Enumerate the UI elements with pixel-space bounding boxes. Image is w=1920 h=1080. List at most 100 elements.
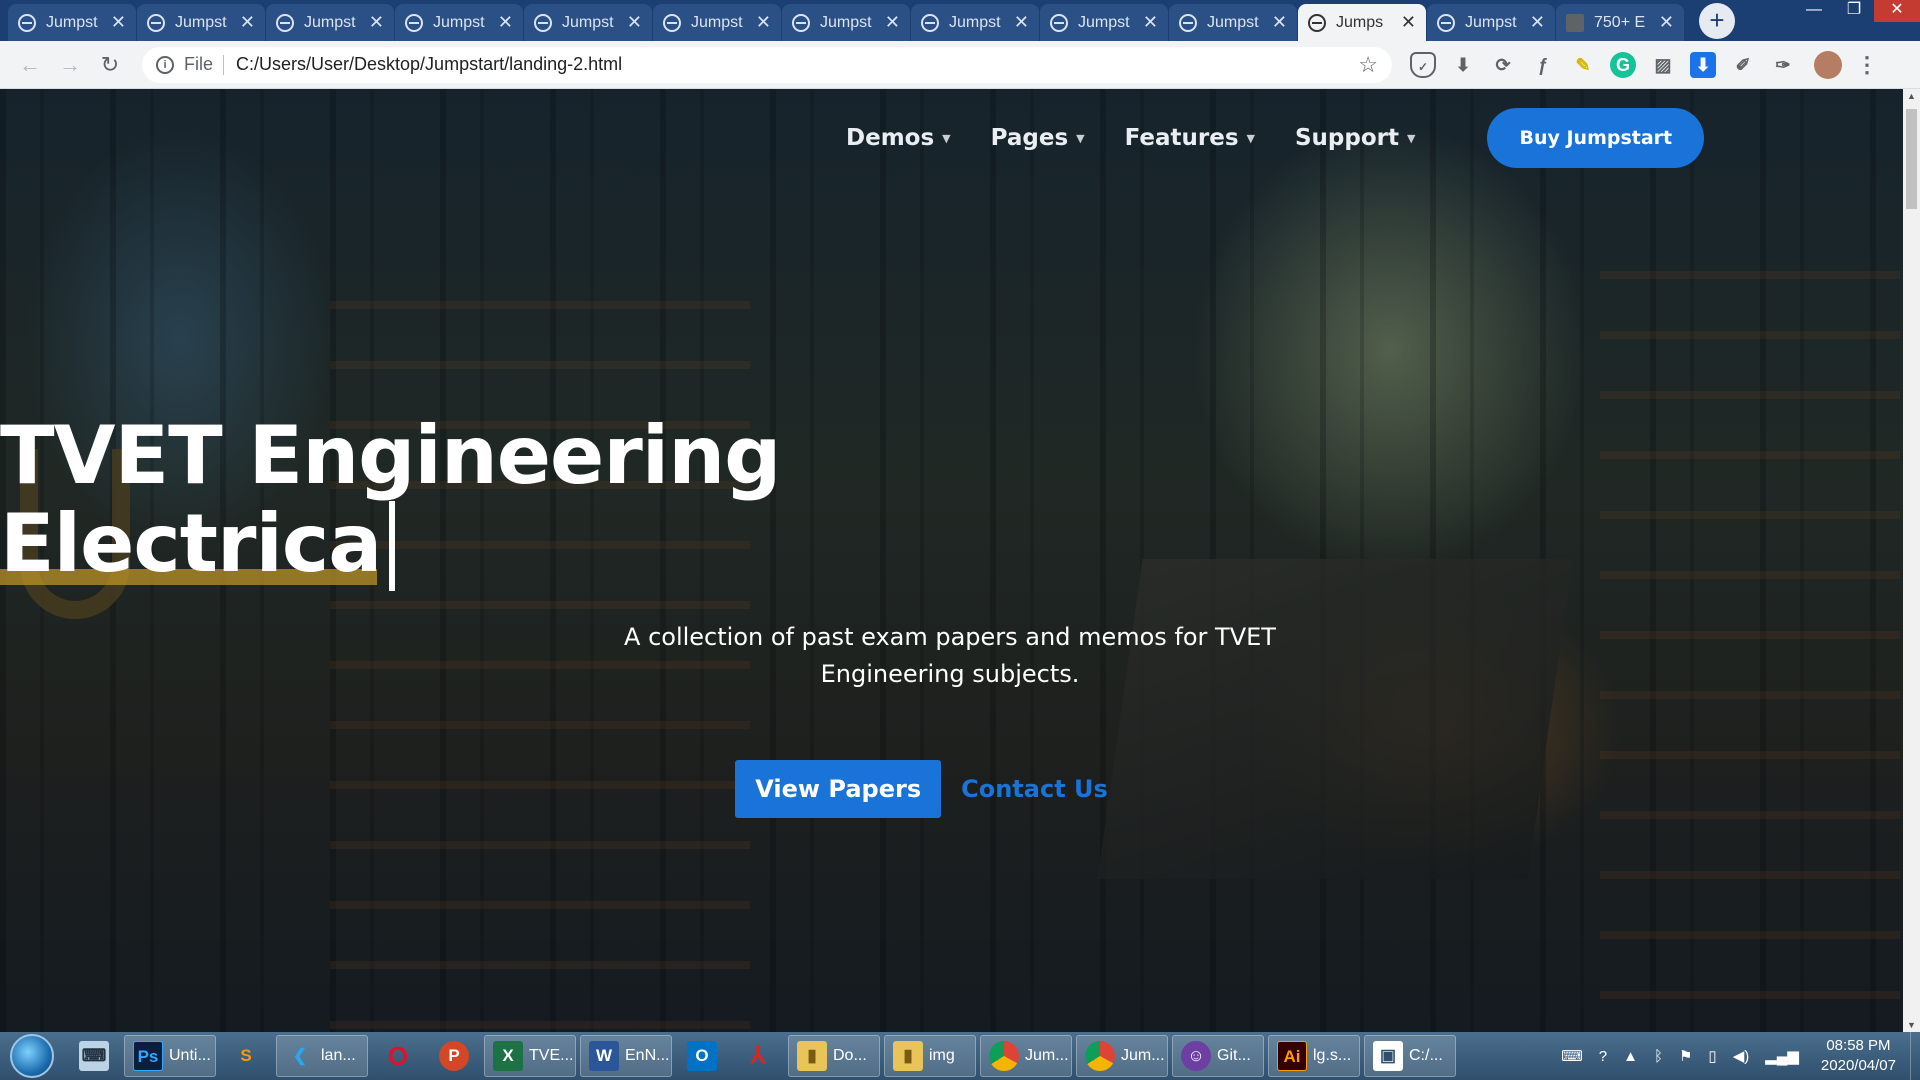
close-tab-icon[interactable]: ✕ bbox=[885, 12, 900, 33]
taskbar-pinned-sublime[interactable]: S bbox=[220, 1035, 272, 1077]
taskbar-illustrator[interactable]: Ai lg.s... bbox=[1268, 1035, 1360, 1077]
browser-tab[interactable]: Jumpst ✕ bbox=[137, 4, 265, 41]
scroll-down-icon[interactable]: ▼ bbox=[1903, 1020, 1920, 1030]
browser-tab[interactable]: Jumpst ✕ bbox=[1040, 4, 1168, 41]
scrollbar-thumb[interactable] bbox=[1906, 109, 1917, 209]
taskbar-pinned-outlook[interactable]: O bbox=[676, 1035, 728, 1077]
nav-support[interactable]: Support ▼ bbox=[1295, 125, 1415, 151]
browser-tab[interactable]: Jumpst ✕ bbox=[266, 4, 394, 41]
close-tab-icon[interactable]: ✕ bbox=[756, 12, 771, 33]
taskbar-word[interactable]: W EnN... bbox=[580, 1035, 672, 1077]
font-inspect-icon[interactable]: ƒ bbox=[1530, 52, 1556, 78]
browser-tab[interactable]: Jumpst ✕ bbox=[653, 4, 781, 41]
taskbar-github[interactable]: ☺ Git... bbox=[1172, 1035, 1264, 1077]
browser-menu-icon[interactable]: ⋮ bbox=[1856, 52, 1878, 78]
reload-button[interactable]: ↻ bbox=[94, 49, 126, 81]
nav-demos[interactable]: Demos ▼ bbox=[846, 125, 951, 151]
github-icon: ☺ bbox=[1181, 1041, 1211, 1071]
keyboard-tray-icon[interactable]: ⌨ bbox=[1561, 1047, 1583, 1065]
taskbar-pinned-acrobat[interactable]: ⅄ bbox=[732, 1035, 784, 1077]
highlighter-icon[interactable]: ✎ bbox=[1570, 52, 1596, 78]
keyboard-icon: ⌨ bbox=[79, 1041, 109, 1071]
show-desktop-button[interactable] bbox=[1910, 1032, 1920, 1080]
browser-tab-active[interactable]: Jumps ✕ bbox=[1298, 4, 1426, 41]
close-tab-icon[interactable]: ✕ bbox=[1272, 12, 1287, 33]
scroll-up-icon[interactable]: ▲ bbox=[1903, 91, 1920, 101]
globe-icon bbox=[663, 13, 681, 32]
site-nav: Demos ▼ Pages ▼ Features ▼ Support ▼ Buy Jum… bbox=[846, 108, 1705, 168]
minimize-button[interactable]: — bbox=[1794, 0, 1834, 22]
browser-tab[interactable]: Jumpst ✕ bbox=[395, 4, 523, 41]
taskbar-chrome-1[interactable]: Jum... bbox=[980, 1035, 1072, 1077]
buy-jumpstart-button[interactable]: Buy Jumpstart bbox=[1487, 108, 1705, 168]
close-tab-icon[interactable]: ✕ bbox=[240, 12, 255, 33]
browser-tab[interactable]: Jumpst ✕ bbox=[911, 4, 1039, 41]
page-scrollbar[interactable]: ▲ ▼ bbox=[1903, 89, 1920, 1032]
close-window-button[interactable]: ✕ bbox=[1874, 0, 1920, 22]
close-tab-icon[interactable]: ✕ bbox=[1143, 12, 1158, 33]
pocket-icon[interactable]: ✓ bbox=[1410, 51, 1436, 78]
clock-time: 08:58 PM bbox=[1826, 1037, 1891, 1054]
help-icon[interactable]: ? bbox=[1599, 1048, 1607, 1065]
close-tab-icon[interactable]: ✕ bbox=[1401, 12, 1416, 33]
back-button[interactable]: ← bbox=[14, 49, 46, 81]
bookmark-star-icon[interactable]: ☆ bbox=[1358, 52, 1378, 78]
pen-tool-icon[interactable]: ✐ bbox=[1730, 52, 1756, 78]
grammarly-icon[interactable]: G bbox=[1610, 51, 1636, 78]
profile-avatar[interactable] bbox=[1814, 50, 1842, 79]
address-bar[interactable]: i File C:/Users/User/Desktop/Jumpstart/l… bbox=[142, 46, 1392, 83]
globe-icon bbox=[1050, 13, 1068, 32]
info-icon[interactable]: i bbox=[156, 55, 174, 74]
taskbar-pinned-powerpoint[interactable]: P bbox=[428, 1035, 480, 1077]
taskbar-explorer-docs[interactable]: ▮ Do... bbox=[788, 1035, 880, 1077]
maximize-button[interactable]: ❐ bbox=[1834, 0, 1874, 22]
power-icon[interactable]: ▯ bbox=[1708, 1047, 1716, 1065]
contact-us-link[interactable]: Contact Us bbox=[961, 775, 1108, 803]
volume-icon[interactable]: ◀) bbox=[1733, 1047, 1750, 1065]
nav-pages[interactable]: Pages ▼ bbox=[991, 125, 1085, 151]
browser-tab[interactable]: Jumpst ✕ bbox=[1169, 4, 1297, 41]
download-manager-icon[interactable]: ⬇ bbox=[1690, 51, 1716, 78]
sync-icon[interactable]: ⟳ bbox=[1490, 52, 1516, 78]
browser-tab[interactable]: 750+ E ✕ bbox=[1556, 4, 1684, 41]
outlook-icon: O bbox=[687, 1041, 717, 1071]
url-text[interactable]: C:/Users/User/Desktop/Jumpstart/landing-… bbox=[236, 54, 1358, 75]
close-tab-icon[interactable]: ✕ bbox=[1530, 12, 1545, 33]
eyedropper-icon[interactable]: ✑ bbox=[1770, 52, 1796, 78]
browser-tab[interactable]: Jumpst ✕ bbox=[1427, 4, 1555, 41]
close-tab-icon[interactable]: ✕ bbox=[369, 12, 384, 33]
forward-button[interactable]: → bbox=[54, 49, 86, 81]
browser-toolbar: ← → ↻ i File C:/Users/User/Desktop/Jumps… bbox=[0, 41, 1920, 89]
show-hidden-icons-icon[interactable]: ▲ bbox=[1623, 1048, 1638, 1065]
browser-tab[interactable]: Jumpst ✕ bbox=[782, 4, 910, 41]
hero-title-line1: TVET Engineering bbox=[0, 409, 781, 502]
network-icon[interactable]: ▂▄▆ bbox=[1765, 1047, 1799, 1065]
close-tab-icon[interactable]: ✕ bbox=[1014, 12, 1029, 33]
globe-icon bbox=[405, 13, 423, 32]
action-center-icon[interactable]: ⚑ bbox=[1679, 1047, 1692, 1065]
taskbar-chrome-2[interactable]: Jum... bbox=[1076, 1035, 1168, 1077]
close-tab-icon[interactable]: ✕ bbox=[1659, 12, 1674, 33]
nav-features[interactable]: Features ▼ bbox=[1125, 125, 1255, 151]
browser-tab[interactable]: Jumpst ✕ bbox=[8, 4, 136, 41]
bluetooth-icon[interactable]: ᛒ bbox=[1654, 1048, 1663, 1065]
hero-actions: View Papers Contact Us bbox=[0, 760, 1903, 818]
taskbar-excel[interactable]: X TVE... bbox=[484, 1035, 576, 1077]
close-tab-icon[interactable]: ✕ bbox=[627, 12, 642, 33]
image-icon[interactable]: ▨ bbox=[1650, 52, 1676, 78]
taskbar-photoshop[interactable]: Ps Unti... bbox=[124, 1035, 216, 1077]
taskbar-pinned-opera[interactable]: O bbox=[372, 1035, 424, 1077]
taskbar-pinned-keyboard[interactable]: ⌨ bbox=[68, 1035, 120, 1077]
taskbar-terminal[interactable]: ▣ C:/... bbox=[1364, 1035, 1456, 1077]
new-tab-button[interactable]: + bbox=[1699, 3, 1735, 39]
clock[interactable]: 08:58 PM 2020/04/07 bbox=[1821, 1036, 1896, 1076]
close-tab-icon[interactable]: ✕ bbox=[111, 12, 126, 33]
start-button[interactable] bbox=[10, 1034, 54, 1078]
view-papers-button[interactable]: View Papers bbox=[735, 760, 942, 818]
download-arrow-icon[interactable]: ⬇ bbox=[1450, 52, 1476, 78]
browser-tab[interactable]: Jumpst ✕ bbox=[524, 4, 652, 41]
close-tab-icon[interactable]: ✕ bbox=[498, 12, 513, 33]
taskbar-vscode[interactable]: ❮ lan... bbox=[276, 1035, 368, 1077]
globe-icon bbox=[276, 13, 294, 32]
taskbar-explorer-img[interactable]: ▮ img bbox=[884, 1035, 976, 1077]
